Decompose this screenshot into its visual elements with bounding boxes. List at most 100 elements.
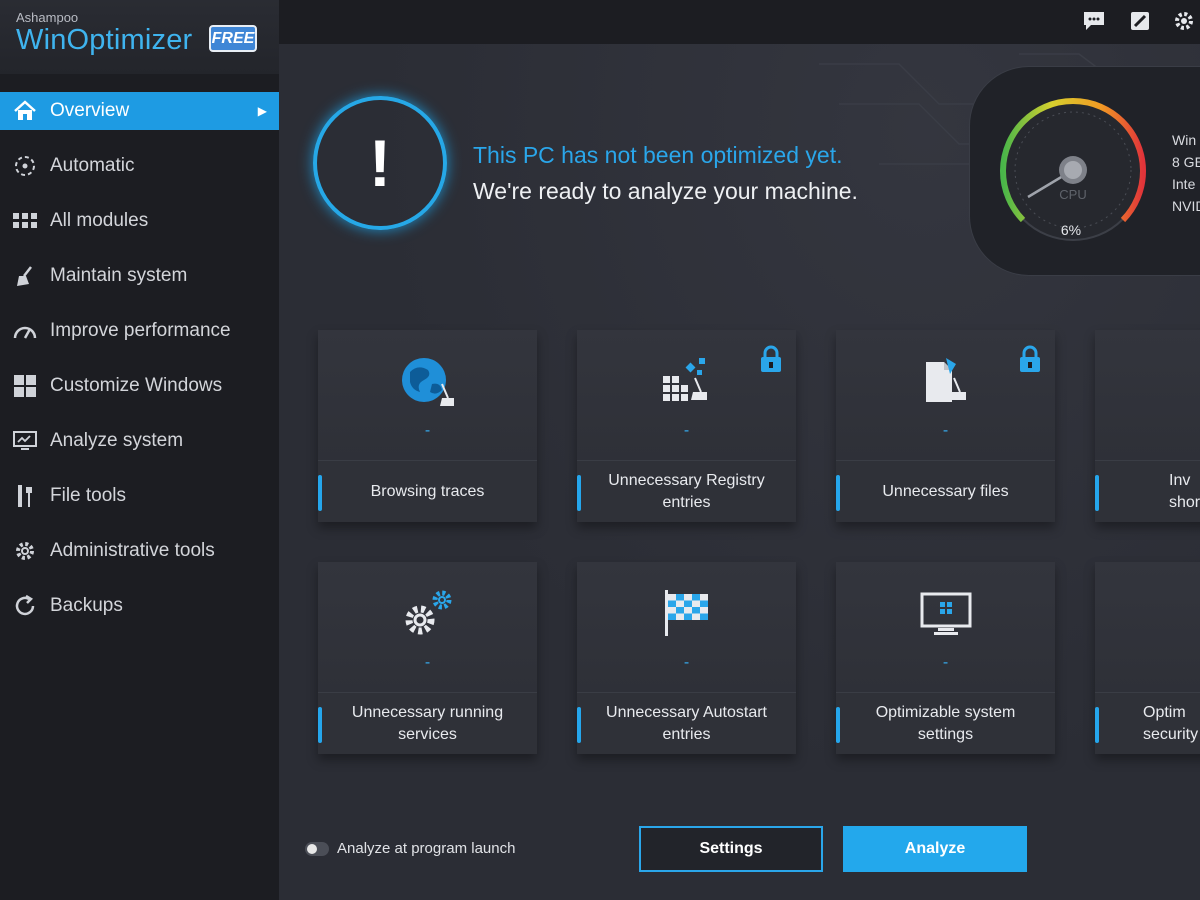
sidebar-item-label: Automatic [50,154,135,176]
tile-value: - [424,654,431,671]
sidebar-nav: Overview ▶ Automatic All modules Maintai… [0,92,279,633]
gauge-label: CPU [1059,187,1086,202]
tile-label: Browsing traces [370,482,485,500]
tile-value: - [424,422,431,439]
monitor-windows-icon [914,584,978,644]
gears-icon [396,584,460,644]
windows-icon [11,372,39,400]
sidebar-item-automatic[interactable]: Automatic [0,138,279,193]
main-content: ! This PC has not been optimized yet. We… [279,44,1200,900]
tile-accent-bar [1095,475,1099,511]
registry-broom-icon [655,352,719,412]
automatic-icon [11,152,39,180]
sidebar-item-label: Maintain system [50,264,188,286]
tile-security-settings[interactable]: - Optim security [1095,562,1200,754]
sidebar-item-maintain-system[interactable]: Maintain system [0,248,279,303]
backup-icon [11,592,39,620]
status-alert-icon: ! [313,96,447,230]
sidebar-item-all-modules[interactable]: All modules [0,193,279,248]
tile-accent-bar [318,475,322,511]
tile-value: - [1195,422,1200,440]
app-logo: Ashampoo WinOptimizer FREE [0,0,279,74]
system-info-line: Inte [1172,176,1196,192]
status-subtitle: We're ready to analyze your machine. [473,178,858,204]
tile-registry-entries[interactable]: - Unnecessary Registry entries [577,330,796,522]
tile-value: - [942,422,949,439]
tile-label: Optim security [1143,703,1199,743]
tile-label: Unnecessary files [882,482,1009,500]
tile-value: - [942,654,949,671]
feedback-icon[interactable] [1079,6,1109,36]
gauge-value: 6% [1061,222,1081,238]
analyze-at-launch-toggle[interactable]: Analyze at program launch [305,840,515,857]
sidebar-item-backups[interactable]: Backups [0,578,279,633]
sidebar-item-file-tools[interactable]: File tools [0,468,279,523]
tile-invalid-shortcuts[interactable]: - Inv shor [1095,330,1200,522]
file-broom-icon [914,352,978,412]
sidebar-item-administrative-tools[interactable]: Administrative tools [0,523,279,578]
sidebar-item-label: All modules [50,209,149,231]
tile-footer: Inv shor [1095,460,1200,522]
tile-browsing-traces[interactable]: - Browsing traces [318,330,537,522]
gear-icon [11,537,39,565]
edit-icon[interactable] [1125,6,1155,36]
system-info-line: 8 GE [1172,154,1200,170]
tile-value: - [683,654,690,671]
sidebar-item-label: Backups [50,594,123,616]
analyze-button[interactable]: Analyze [843,826,1027,872]
tile-footer: Unnecessary Autostart entries [577,692,796,754]
tile-value: - [1195,654,1200,672]
tile-value: - [683,422,690,439]
tile-label: Unnecessary Registry entries [608,471,765,511]
sidebar-item-improve-performance[interactable]: Improve performance [0,303,279,358]
sidebar-item-label: Overview [50,100,130,121]
tile-accent-bar [1095,707,1099,743]
tile-footer: Browsing traces [318,460,537,522]
tile-footer: Optim security [1095,692,1200,754]
tile-footer: Unnecessary Registry entries [577,460,796,522]
sidebar-item-customize-windows[interactable]: Customize Windows [0,358,279,413]
tile-label: Unnecessary Autostart entries [606,703,767,743]
sidebar-item-label: Customize Windows [50,374,223,396]
tile-footer: Optimizable system settings [836,692,1055,754]
sidebar-item-label: Improve performance [50,319,231,341]
settings-button[interactable]: Settings [639,826,823,872]
sidebar-item-label: Analyze system [50,429,184,451]
gear-icon[interactable] [1169,6,1199,36]
tile-label: Inv shor [1169,471,1200,511]
monitor-icon [11,427,39,455]
home-icon [11,97,39,125]
sidebar-item-label: Administrative tools [50,539,215,561]
top-bar [279,0,1200,44]
system-info-line: NVID [1172,198,1200,214]
tile-footer: Unnecessary running services [318,692,537,754]
tile-running-services[interactable]: - Unnecessary running services [318,562,537,754]
tools-icon [11,482,39,510]
brand-name: Ashampoo [16,10,79,25]
tile-label: Unnecessary running services [351,703,504,743]
sidebar-item-analyze-system[interactable]: Analyze system [0,413,279,468]
tile-autostart-entries[interactable]: - Unnecessary Autostart entries [577,562,796,754]
sidebar-item-label: File tools [50,484,127,506]
system-info-line: Win [1172,132,1197,148]
system-info: Win 8 GE Inte NVID [1172,129,1200,217]
tile-system-settings[interactable]: - Optimizable system settings [836,562,1055,754]
sidebar: Ashampoo WinOptimizer FREE Overview ▶ Au… [0,0,279,900]
lock-icon [758,344,784,379]
globe-broom-icon [396,352,460,412]
grid-icon [11,207,39,235]
tile-label: Optimizable system settings [875,703,1016,743]
tile-accent-bar [318,707,322,743]
chevron-right-icon: ▶ [257,104,267,118]
tile-accent-bar [836,707,840,743]
broom-icon [11,262,39,290]
cpu-gauge: CPU 6% [1000,98,1146,241]
toggle-label: Analyze at program launch [337,840,516,857]
sidebar-item-overview[interactable]: Overview ▶ [0,92,279,130]
tile-accent-bar [836,475,840,511]
product-name: WinOptimizer [16,24,193,56]
toggle-switch[interactable] [305,841,329,856]
tile-accent-bar [577,707,581,743]
speedometer-icon [11,317,39,345]
tile-unnecessary-files[interactable]: - Unnecessary files [836,330,1055,522]
